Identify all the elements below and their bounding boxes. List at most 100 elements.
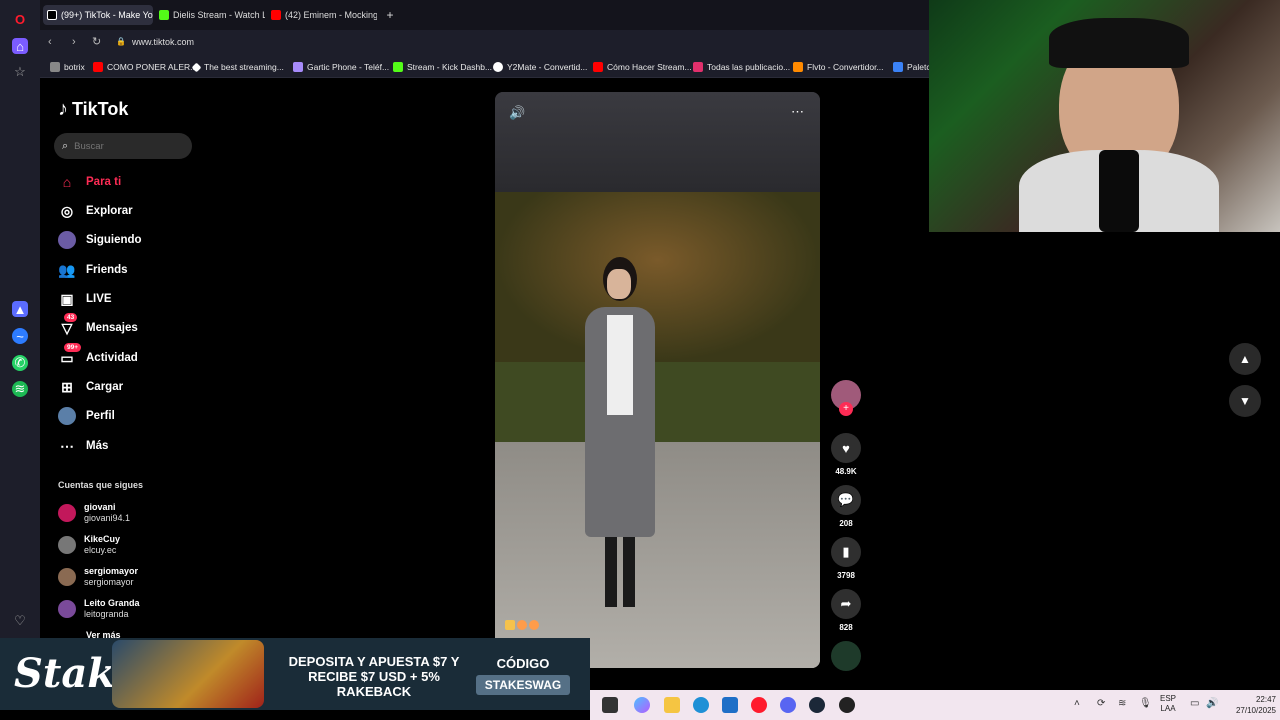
share-action[interactable]: ➦ 828 <box>830 589 862 632</box>
nav-live[interactable]: ▣ LIVE <box>58 290 111 308</box>
music-disc-icon <box>831 641 861 671</box>
lang-code: ESP <box>1160 694 1177 703</box>
account-item[interactable]: KikeCuy elcuy.ec <box>58 534 120 556</box>
avatar <box>58 568 76 586</box>
bookmark-item[interactable]: Cómo Hacer Stream... <box>593 62 692 72</box>
tab-kick[interactable]: Dielis Stream - Watch Liv <box>155 5 265 25</box>
home-icon[interactable]: ⌂ <box>12 38 28 54</box>
y2mate-icon <box>493 62 503 72</box>
nav-perfil[interactable]: Perfil <box>58 407 115 425</box>
nav-friends[interactable]: 👥 Friends <box>58 261 127 279</box>
bookmark-item[interactable]: Gartic Phone - Teléf... <box>293 62 389 72</box>
nav-label: Mensajes <box>86 322 138 334</box>
bookmark-icon <box>50 62 60 72</box>
edge-icon[interactable] <box>693 697 709 713</box>
messages-badge: 43 <box>64 313 78 322</box>
nav-label: Para ti <box>86 176 122 188</box>
save-action[interactable]: ▮ 3798 <box>830 537 862 580</box>
aria-icon[interactable]: ▲ <box>12 301 28 317</box>
bookmark-item[interactable]: COMO PONER ALER... <box>93 62 197 72</box>
search-input[interactable] <box>74 140 175 152</box>
nav-actividad[interactable]: ▭ 99+ Actividad <box>58 343 138 367</box>
youtube-icon <box>593 62 603 72</box>
sync-icon[interactable]: ⟳ <box>1097 698 1105 709</box>
nav-para-ti[interactable]: ⌂ Para ti <box>58 173 121 191</box>
bookmark-item[interactable]: Flvto - Convertidor... <box>793 62 884 72</box>
bookmark-label: botrix <box>64 62 85 72</box>
clock[interactable]: 22:47 27/10/2025 <box>1220 694 1276 716</box>
bookmark-item[interactable]: botrix <box>50 62 85 72</box>
heart-icon[interactable]: ♡ <box>12 613 28 629</box>
new-tab-button[interactable]: + <box>382 5 398 25</box>
whatsapp-icon[interactable]: ✆ <box>12 355 28 371</box>
language-indicator[interactable]: ESP LAA <box>1160 694 1176 714</box>
home-icon: ⌂ <box>62 174 72 190</box>
store-icon[interactable] <box>722 697 738 713</box>
profile-icon <box>58 407 76 425</box>
more-options-icon[interactable]: ⋯ <box>791 104 804 120</box>
url-field[interactable]: www.tiktok.com <box>132 37 194 47</box>
bookmark-item[interactable]: The best streaming... <box>191 62 284 72</box>
mic-icon[interactable]: 🎙 <box>1139 698 1152 709</box>
chevron-up-icon[interactable]: ˄ <box>1074 698 1080 709</box>
back-icon[interactable]: ‹ <box>48 36 52 48</box>
account-item[interactable]: giovani giovani94.1 <box>58 502 130 524</box>
bookmark-item[interactable]: Y2Mate - Convertid... <box>493 62 587 72</box>
opera-icon[interactable] <box>751 697 767 713</box>
nav-explorar[interactable]: ◎ Explorar <box>58 202 133 220</box>
nav-cargar[interactable]: ⊞ Cargar <box>58 378 123 396</box>
like-count: 48.9K <box>835 467 857 476</box>
messenger-icon[interactable]: ~ <box>12 328 28 344</box>
account-name: Leito Granda <box>84 598 140 608</box>
discord-icon[interactable] <box>780 697 796 713</box>
creator-avatar[interactable]: + <box>830 380 862 416</box>
bookmark-item[interactable]: Todas las publicacio... <box>693 62 790 72</box>
tiktok-logo[interactable]: ♪ TikTok <box>58 98 128 121</box>
nav-mas[interactable]: ⋯ Más <box>58 437 108 455</box>
bookmark-item[interactable]: Paletc <box>893 62 931 72</box>
opera-logo-icon[interactable]: O <box>12 11 28 27</box>
scroll-up-button[interactable]: ▲ <box>1229 343 1261 375</box>
search-box[interactable]: ⌕ <box>54 133 192 159</box>
nav-label: Perfil <box>86 410 115 422</box>
volume-icon[interactable]: 🔊 <box>509 105 525 121</box>
comment-action[interactable]: 💬 208 <box>830 485 862 528</box>
task-view-icon[interactable] <box>602 697 618 713</box>
forward-icon[interactable]: › <box>72 36 76 48</box>
nav-mensajes[interactable]: ▽ 43 Mensajes <box>58 313 138 337</box>
video-player[interactable]: 🔊 ⋯ <box>495 92 820 668</box>
music-disc[interactable] <box>830 641 862 671</box>
steam-icon[interactable] <box>809 697 825 713</box>
nav-label: Siguiendo <box>86 234 142 246</box>
comment-icon: 💬 <box>831 485 861 515</box>
follow-plus-icon[interactable]: + <box>839 402 853 416</box>
reload-icon[interactable]: ↻ <box>92 35 101 48</box>
folder-icon[interactable] <box>664 697 680 713</box>
tab-youtube[interactable]: (42) Eminem - Mockingbir <box>267 5 377 25</box>
scroll-down-button[interactable]: ▼ <box>1229 385 1261 417</box>
tab-tiktok[interactable]: (99+) TikTok - Make Yo <box>43 5 153 25</box>
youtube-favicon-icon <box>271 10 281 20</box>
tab-label: (42) Eminem - Mockingbir <box>285 10 377 20</box>
tab-label: Dielis Stream - Watch Liv <box>173 10 265 20</box>
flvto-icon <box>793 62 803 72</box>
live-icon: ▣ <box>60 290 74 307</box>
nav-label: Cargar <box>86 381 124 393</box>
search-icon: ⌕ <box>62 139 69 152</box>
account-item[interactable]: sergiomayor sergiomayor <box>58 566 138 588</box>
copilot-icon[interactable] <box>634 697 650 713</box>
volume-icon[interactable]: 🔊 <box>1206 698 1218 709</box>
account-name: KikeCuy <box>84 534 121 544</box>
account-item[interactable]: Leito Granda leitogranda <box>58 598 140 620</box>
star-icon[interactable]: ☆ <box>12 64 28 80</box>
network-icon[interactable]: ≋ <box>1118 698 1126 709</box>
account-name: giovani <box>84 502 116 512</box>
nav-siguiendo[interactable]: Siguiendo <box>58 231 142 249</box>
like-action[interactable]: ♥ 48.9K <box>830 433 862 476</box>
display-icon[interactable]: ▭ <box>1190 698 1199 709</box>
bookmark-item[interactable]: Stream - Kick Dashb... <box>393 62 492 72</box>
obs-icon[interactable] <box>839 697 855 713</box>
activity-icon: ▭ 99+ <box>58 343 82 367</box>
following-icon <box>58 231 76 249</box>
spotify-icon[interactable]: ≋ <box>12 381 28 397</box>
